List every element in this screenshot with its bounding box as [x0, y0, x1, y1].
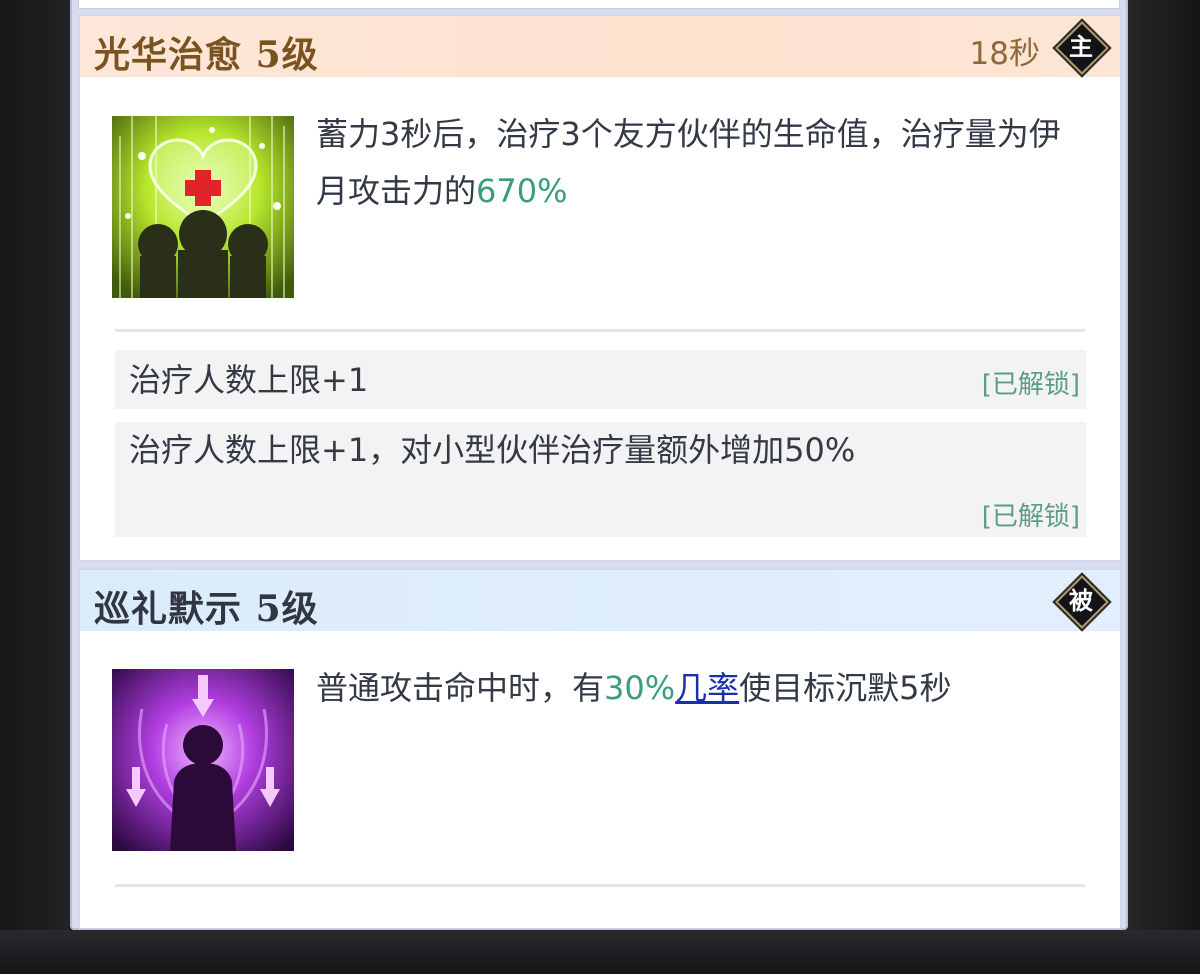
skill-name: 光华治愈: [94, 34, 243, 76]
skill-card-active[interactable]: 光华治愈 5级 18秒 主 蓄力3秒后，治疗3个友方伙伴的生命值，治疗量为伊月攻…: [79, 15, 1121, 561]
upgrade-status: [已解锁]: [981, 370, 1080, 400]
skill-cooldown: 18秒: [969, 36, 1040, 72]
skill-type-label: 被: [1069, 587, 1093, 615]
upgrade-row: 治疗人数上限+1，对小型伙伴治疗量额外增加50% [已解锁]: [115, 422, 1086, 537]
upgrade-text: 治疗人数上限+1: [129, 361, 369, 399]
background-bottom: [0, 930, 1200, 974]
upgrade-status: [已解锁]: [981, 502, 1080, 532]
skill-card-passive[interactable]: 巡礼默示 5级 被 普通攻击命中时，有30%几率使目标沉默5秒: [79, 569, 1121, 929]
upgrade-row: 治疗人数上限+1 [已解锁]: [115, 350, 1086, 409]
skill-title: 巡礼默示 5级: [94, 580, 319, 632]
skill-name: 巡礼默示: [94, 588, 243, 630]
skill-description: 普通攻击命中时，有30%几率使目标沉默5秒: [316, 660, 1076, 717]
skill-type-badge: 被: [1055, 575, 1109, 629]
probability-link[interactable]: 几率: [675, 669, 739, 707]
divider: [115, 329, 1085, 332]
skill-description-text: 蓄力3秒后，治疗3个友方伙伴的生命值，治疗量为伊月攻击力的: [316, 115, 1061, 210]
skill-type-badge: 主: [1055, 21, 1109, 75]
skill-type-label: 主: [1069, 33, 1093, 61]
skill-description-text: 使目标沉默5秒: [739, 669, 952, 707]
skill-level: 5级: [255, 588, 319, 630]
silence-aura-icon: [112, 669, 294, 851]
upgrade-text: 治疗人数上限+1，对小型伙伴治疗量额外增加50%: [129, 431, 856, 469]
healing-light-icon: [112, 116, 294, 298]
skill-description-value: 30%: [604, 669, 676, 707]
skill-description: 蓄力3秒后，治疗3个友方伙伴的生命值，治疗量为伊月攻击力的670%: [316, 106, 1076, 220]
skill-header: 巡礼默示 5级 被: [80, 570, 1120, 631]
skill-level: 5级: [255, 34, 319, 76]
skill-header: 光华治愈 5级 18秒 主: [80, 16, 1120, 77]
skill-description-text: 普通攻击命中时，有: [316, 669, 605, 707]
background-left: [0, 0, 70, 974]
skill-description-value: 670%: [476, 172, 568, 210]
skill-title: 光华治愈 5级: [94, 26, 319, 78]
background-right: [1128, 0, 1200, 974]
divider: [115, 884, 1085, 887]
previous-skill-card-edge: [78, 0, 1120, 9]
